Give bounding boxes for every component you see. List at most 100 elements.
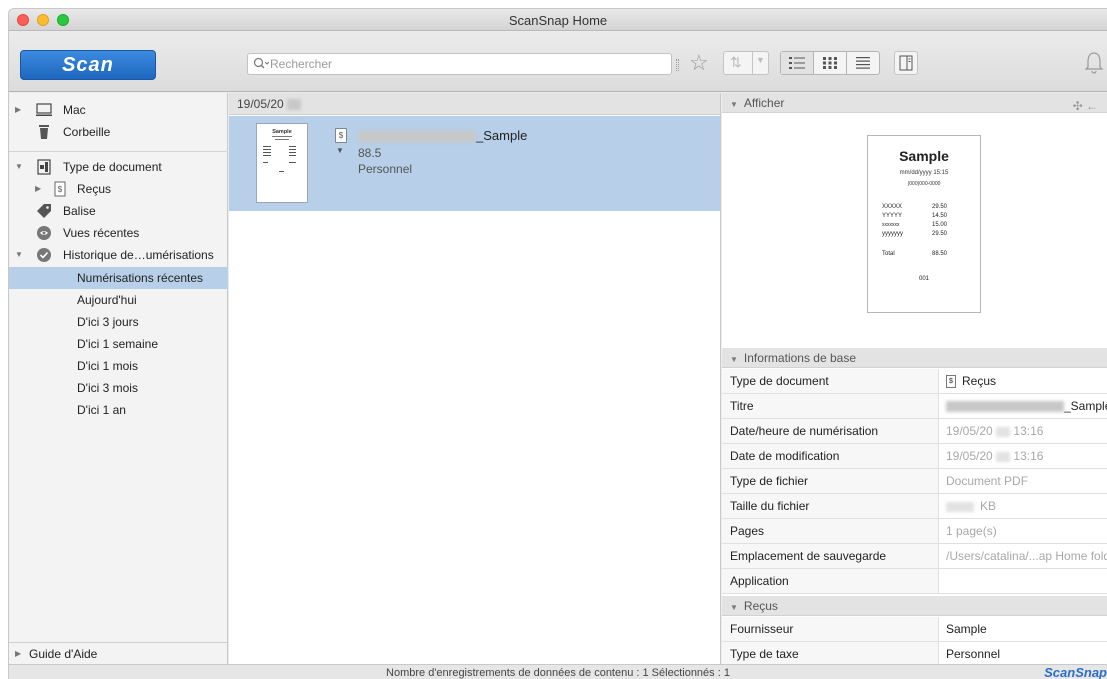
disclosure-triangle-open-icon[interactable]: ▼ xyxy=(730,100,738,109)
receipt-preview[interactable]: Sample mm/dd/yyyy 15:15 (000)000-0000 XX… xyxy=(867,135,981,313)
info-value[interactable]: Personnel xyxy=(940,642,1107,666)
status-text: Nombre d'enregistrements de données de c… xyxy=(386,667,730,679)
info-row-document-type[interactable]: Type de document $ Reçus xyxy=(722,369,1107,394)
sidebar-item-1-year[interactable]: D'ici 1 an xyxy=(9,399,228,421)
list-view-icon xyxy=(856,57,870,69)
sidebar-item-3-days[interactable]: D'ici 3 jours xyxy=(9,311,228,333)
disclosure-triangle-open-icon[interactable]: ▼ xyxy=(15,244,23,266)
info-row-application[interactable]: Application xyxy=(722,569,1107,594)
date-group-label: 19/05/20 xyxy=(237,97,284,111)
status-bar: Nombre d'enregistrements de données de c… xyxy=(9,664,1107,679)
sidebar-item-label: D'ici 1 semaine xyxy=(77,337,158,351)
sidebar-item-label: D'ici 1 mois xyxy=(77,359,138,373)
sidebar-item-label: Guide d'Aide xyxy=(29,647,98,661)
preview-section-header[interactable]: ▼ Afficher ✣ ← xyxy=(722,93,1107,113)
disclosure-triangle-open-icon[interactable]: ▼ xyxy=(730,355,738,364)
sidebar-item-1-month[interactable]: D'ici 1 mois xyxy=(9,355,228,377)
info-key: Pages xyxy=(722,519,939,543)
thumbnail-view-button[interactable] xyxy=(814,52,847,74)
sidebar-item-3-months[interactable]: D'ici 3 mois xyxy=(9,377,228,399)
sidebar-item-label: Type de document xyxy=(63,160,162,174)
toolbar: Scan ☆ ⇅ ▼ xyxy=(9,32,1107,92)
expand-triangle-icon[interactable]: ▼ xyxy=(336,146,344,155)
panel-icon xyxy=(899,55,913,71)
redacted-text xyxy=(358,131,476,143)
document-title[interactable]: _Sample xyxy=(358,128,527,143)
disclosure-triangle-icon[interactable]: ▶ xyxy=(15,99,21,121)
info-key: Titre xyxy=(722,394,939,418)
sidebar-item-recent-scans[interactable]: Numérisations récentes xyxy=(9,267,228,289)
list-view-button[interactable] xyxy=(847,52,879,74)
sidebar-item-tag[interactable]: Balise xyxy=(9,200,228,222)
sidebar-item-mac[interactable]: ▶ Mac xyxy=(9,99,228,121)
sidebar-item-1-week[interactable]: D'ici 1 semaine xyxy=(9,333,228,355)
info-row-file-size: Taille du fichier KB xyxy=(722,494,1107,519)
receipt-line-price: 14.50 xyxy=(932,213,948,219)
info-row-vendor[interactable]: Fournisseur Sample xyxy=(722,617,1107,642)
sidebar-item-scan-history[interactable]: ▼ Historique de…umérisations xyxy=(9,244,228,266)
document-thumbnail[interactable]: Sample xyxy=(256,123,308,203)
section-title: Afficher xyxy=(743,96,785,110)
recent-views-icon xyxy=(35,225,53,241)
content-list: 19/05/20 Sample $ ▼ _Sample 88.5 Personn… xyxy=(229,93,721,664)
sidebar-item-label: Reçus xyxy=(77,182,112,196)
receipt-icon: $ xyxy=(946,375,956,389)
receipts-section-header[interactable]: ▼ Reçus xyxy=(722,596,1107,616)
chevron-down-icon: ▼ xyxy=(756,55,765,65)
info-value[interactable]: $ Reçus xyxy=(940,369,1107,393)
sidebar-item-label: Mac xyxy=(63,103,86,117)
move-icon[interactable]: ✣ ← xyxy=(1073,96,1098,116)
receipt-icon: $ xyxy=(335,128,347,143)
window-title: ScanSnap Home xyxy=(508,13,608,28)
sidebar-item-label: D'ici 1 an xyxy=(77,403,126,417)
disclosure-triangle-icon[interactable]: ▶ xyxy=(15,643,21,665)
svg-text:Sample: Sample xyxy=(272,129,292,135)
notification-bell-icon[interactable] xyxy=(1083,50,1105,76)
info-value: 1 page(s) xyxy=(946,524,997,538)
list-item[interactable]: Sample $ ▼ _Sample 88.5 Personnel xyxy=(229,116,720,211)
sidebar-item-label: Vues récentes xyxy=(63,226,140,240)
sidebar-item-recent-views[interactable]: Vues récentes xyxy=(9,222,228,244)
info-key: Emplacement de sauvegarde xyxy=(722,544,939,568)
info-key: Date/heure de numérisation xyxy=(722,419,939,443)
sidebar-item-today[interactable]: Aujourd'hui xyxy=(9,289,228,311)
computer-icon xyxy=(35,102,53,118)
tag-icon xyxy=(35,203,53,219)
basic-info-section-header[interactable]: ▼ Informations de base xyxy=(722,348,1107,368)
search-input[interactable] xyxy=(270,56,660,72)
sidebar-item-label: Historique de…umérisations xyxy=(63,248,214,262)
disclosure-triangle-open-icon[interactable]: ▼ xyxy=(15,156,23,178)
receipt-line-price: 29.50 xyxy=(932,231,948,237)
info-key: Fournisseur xyxy=(722,617,939,641)
info-value: Document PDF xyxy=(946,474,1029,488)
info-key: Type de taxe xyxy=(722,642,939,666)
sidebar-item-receipts[interactable]: ▶ $ Reçus xyxy=(9,178,228,200)
document-amount: 88.5 xyxy=(358,146,382,160)
sidebar-item-label: Corbeille xyxy=(63,125,111,139)
disclosure-triangle-icon[interactable]: ▶ xyxy=(35,178,41,200)
list-detail-view-button[interactable] xyxy=(781,52,814,74)
sidebar-item-label: D'ici 3 mois xyxy=(77,381,138,395)
scan-button[interactable]: Scan xyxy=(20,50,156,80)
receipt-total-label: Total xyxy=(882,251,895,257)
redacted-text xyxy=(287,99,302,111)
info-value[interactable]: Sample xyxy=(940,617,1107,641)
title-bar: ScanSnap Home xyxy=(9,9,1107,31)
receipt-number: 001 xyxy=(918,276,929,282)
sidebar-item-document-type[interactable]: ▼ Type de document xyxy=(9,156,228,178)
search-box[interactable] xyxy=(247,53,672,75)
info-row-title[interactable]: Titre _Sample xyxy=(722,394,1107,419)
info-value[interactable]: _Sample xyxy=(940,394,1107,418)
disclosure-triangle-open-icon[interactable]: ▼ xyxy=(730,603,738,612)
info-row-pages: Pages 1 page(s) xyxy=(722,519,1107,544)
sort-button[interactable]: ⇅ ▼ xyxy=(723,51,769,75)
sidebar-item-help-guide[interactable]: ▶ Guide d'Aide xyxy=(9,643,228,665)
toolbar-grip xyxy=(676,59,679,71)
sidebar-item-label: Balise xyxy=(63,204,96,218)
favorite-star-icon[interactable]: ☆ xyxy=(689,50,709,76)
toggle-panel-button[interactable] xyxy=(894,51,918,75)
date-group-header: 19/05/20 xyxy=(229,93,720,115)
svg-text:$: $ xyxy=(58,185,63,194)
info-key: Type de document xyxy=(722,369,939,393)
sidebar-item-trash[interactable]: Corbeille xyxy=(9,121,228,143)
